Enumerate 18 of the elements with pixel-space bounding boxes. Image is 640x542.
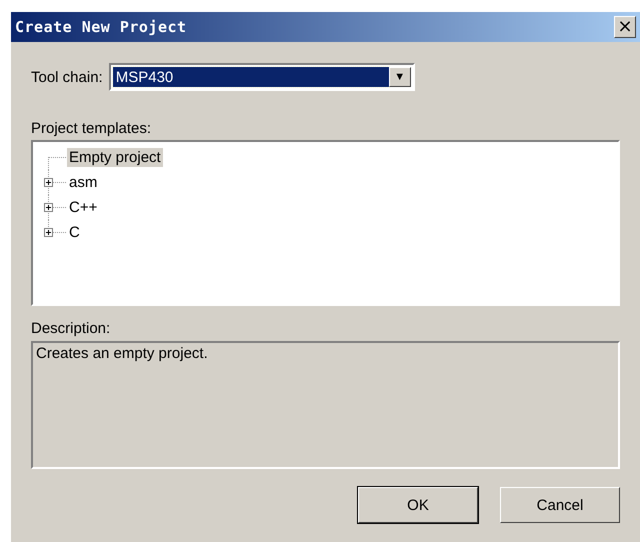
cancel-button[interactable]: Cancel bbox=[500, 487, 620, 523]
window-title: Create New Project bbox=[15, 18, 187, 36]
tool-chain-label: Tool chain: bbox=[31, 68, 103, 86]
tree-item[interactable]: asm bbox=[67, 173, 100, 192]
tree-item[interactable]: C++ bbox=[67, 198, 100, 217]
ok-button[interactable]: OK bbox=[358, 487, 478, 523]
tool-chain-value: MSP430 bbox=[112, 67, 389, 87]
expand-icon[interactable] bbox=[44, 228, 53, 237]
description-label: Description: bbox=[31, 320, 110, 337]
templates-label: Project templates: bbox=[31, 120, 152, 137]
tree-item[interactable]: Empty project bbox=[67, 148, 163, 167]
tool-chain-dropdown[interactable]: MSP430 ▼ bbox=[108, 63, 415, 91]
expand-icon[interactable] bbox=[44, 178, 53, 187]
expand-icon[interactable] bbox=[44, 203, 53, 212]
tree-item[interactable]: C bbox=[67, 223, 82, 242]
description-text: Creates an empty project. bbox=[36, 345, 208, 362]
dropdown-button[interactable]: ▼ bbox=[388, 67, 411, 87]
close-button[interactable]: × bbox=[614, 16, 636, 38]
